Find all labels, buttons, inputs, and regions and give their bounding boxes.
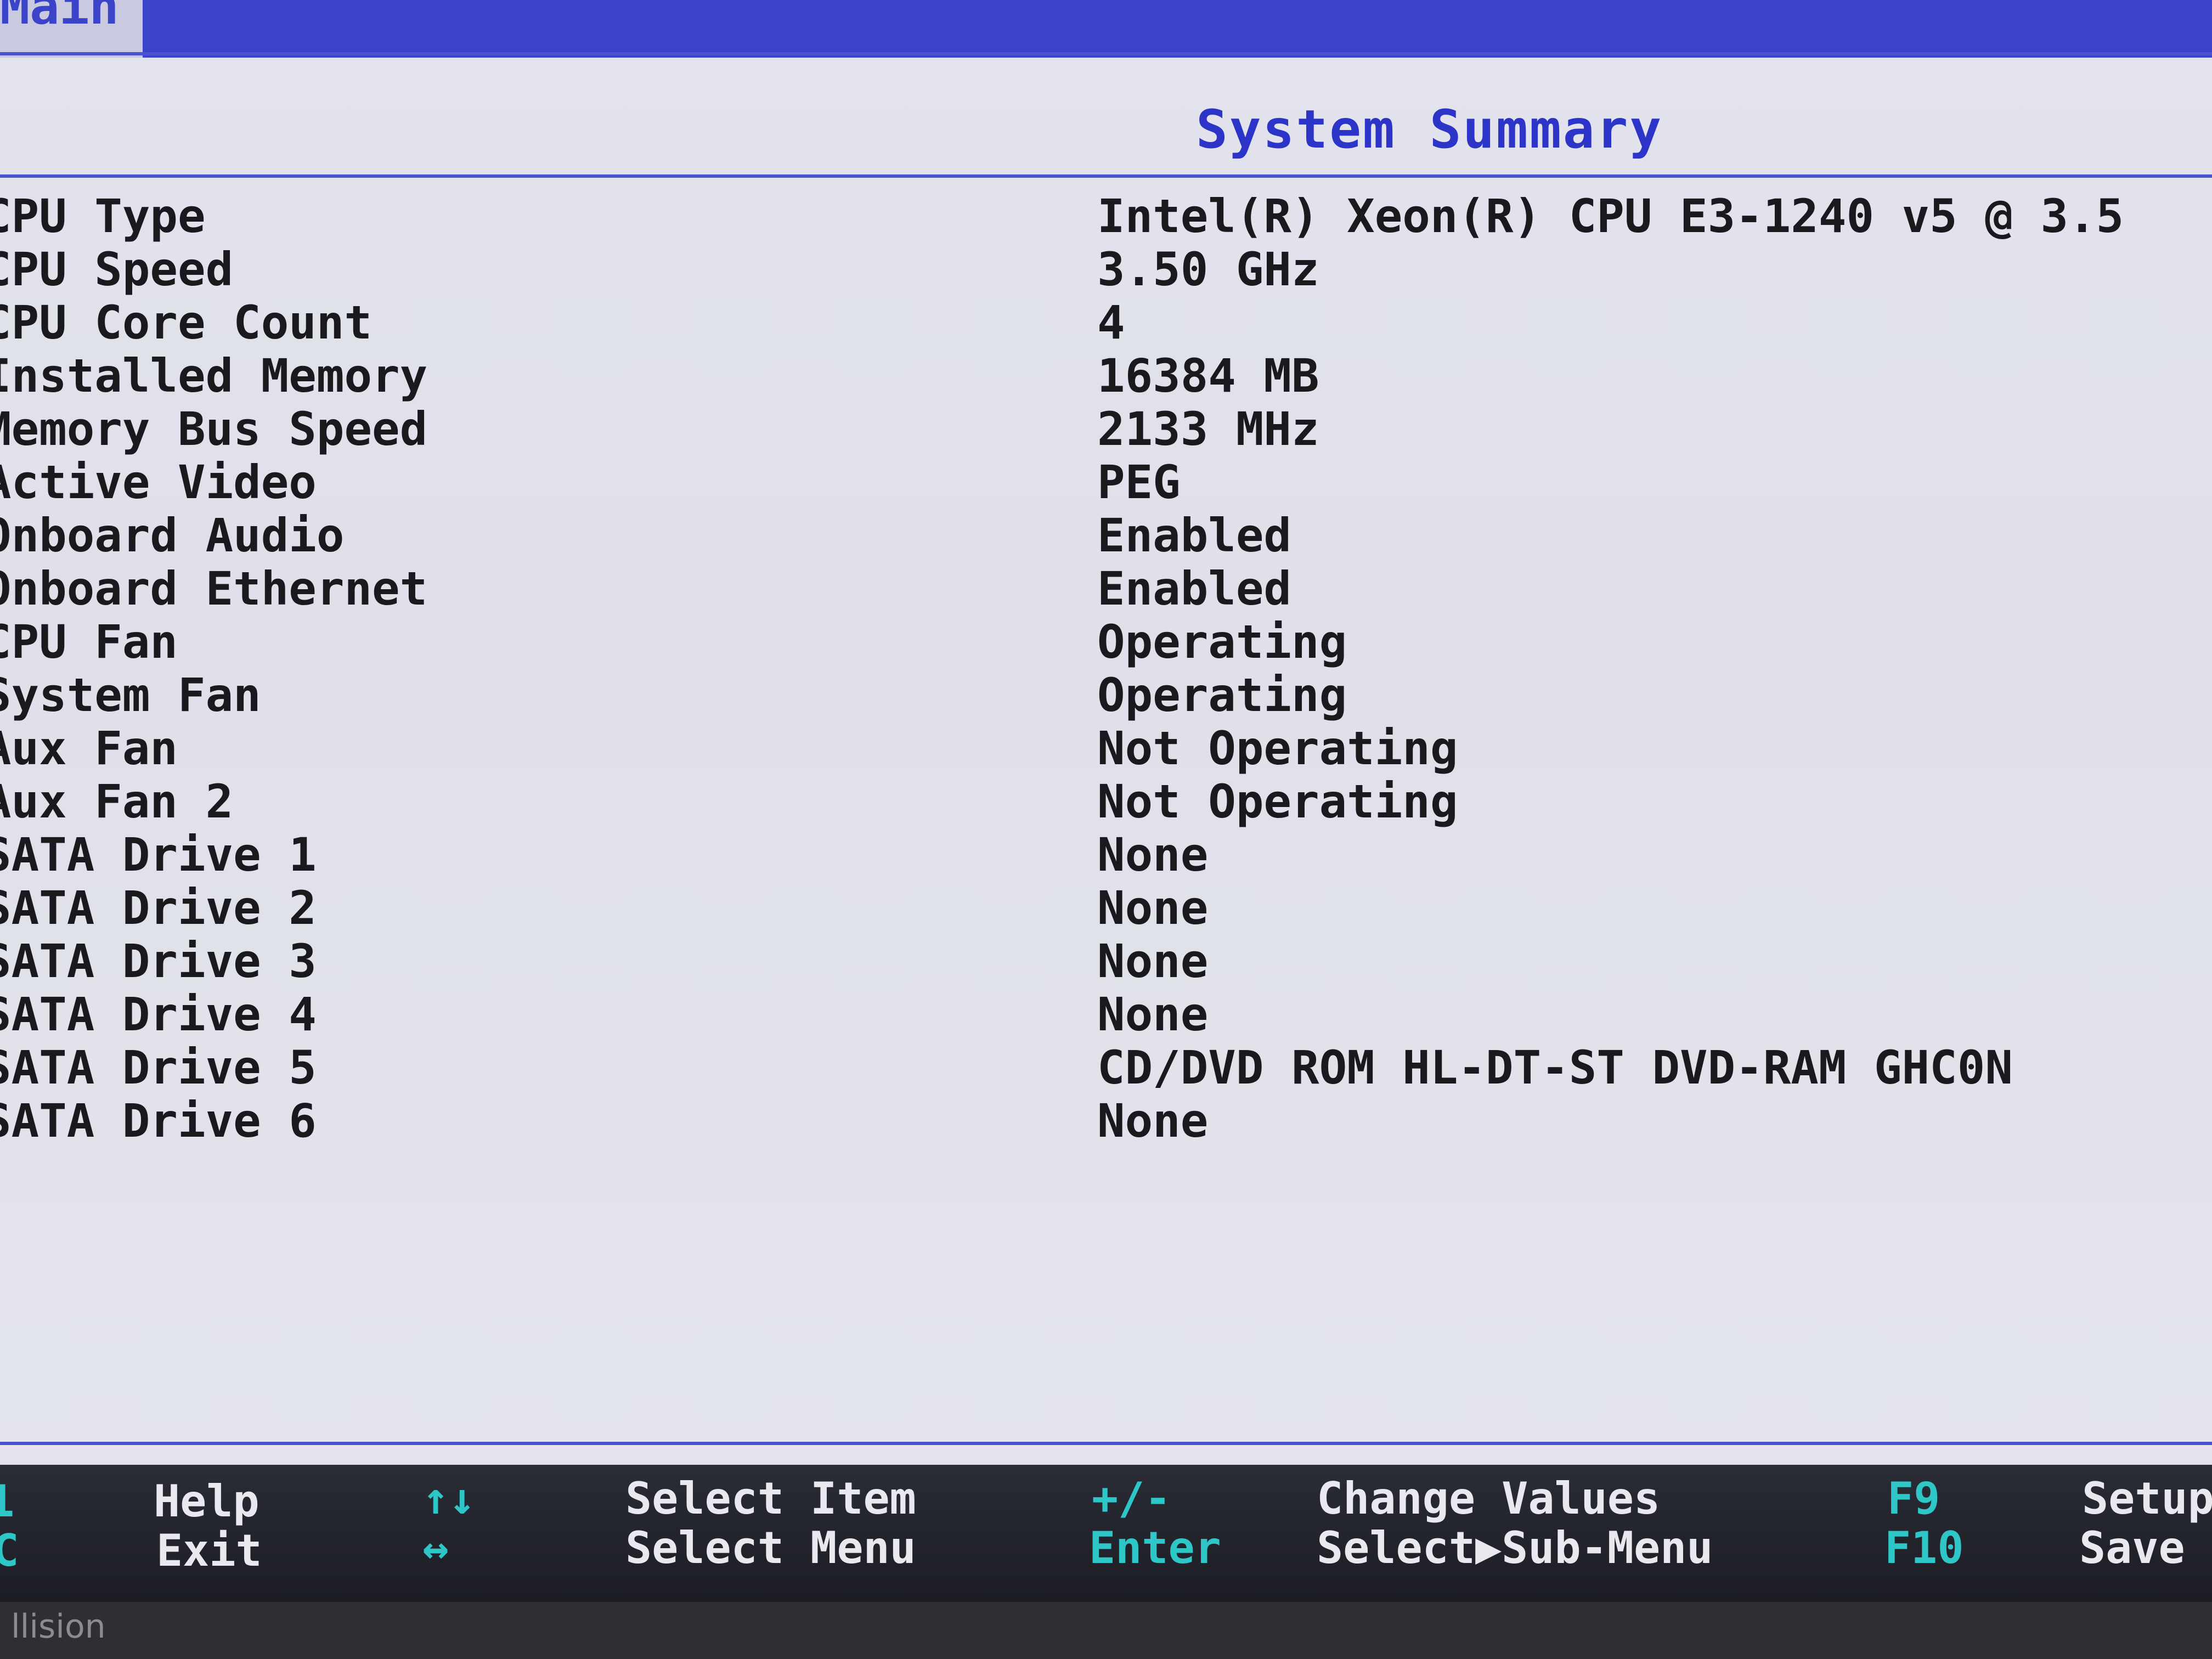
row-label: SATA Drive 4 (0, 988, 317, 1041)
row-label: CPU Fan (0, 615, 178, 669)
row-value: Operating (1097, 615, 1347, 669)
row-value: None (1097, 1094, 1209, 1148)
row-sata-drive-6: SATA Drive 6 None (0, 1094, 2212, 1148)
row-system-fan: System Fan Operating (0, 668, 2212, 722)
row-sata-drive-5: SATA Drive 5 CD/DVD ROM HL-DT-ST DVD-RAM … (0, 1041, 2212, 1094)
row-label: Aux Fan 2 (0, 775, 234, 828)
setup-defaults-hint: Setup (2082, 1473, 2212, 1524)
row-label: SATA Drive 1 (0, 828, 317, 882)
row-value: Enabled (1097, 509, 1292, 562)
row-aux-fan-2: Aux Fan 2 Not Operating (0, 775, 2212, 828)
row-value: None (1097, 988, 1209, 1041)
row-label: Onboard Audio (0, 509, 345, 562)
f1-key-label: F1 (0, 1476, 15, 1527)
row-memory-bus-speed: Memory Bus Speed 2133 MHz (0, 402, 2212, 456)
monitor-bezel: llision (0, 1602, 2212, 1659)
change-values-hint: Change Values (1317, 1473, 1661, 1524)
row-label: Memory Bus Speed (0, 402, 428, 456)
row-label: CPU Speed (0, 242, 234, 296)
row-sata-drive-3: SATA Drive 3 None (0, 934, 2212, 988)
row-onboard-ethernet: Onboard Ethernet Enabled (0, 562, 2212, 616)
row-value: Not Operating (1097, 775, 1458, 828)
sub-menu-hint: Select▶Sub-Menu (1317, 1522, 1713, 1573)
row-label: CPU Core Count (0, 296, 373, 349)
menu-bar-fill (143, 0, 2212, 58)
row-cpu-type: CPU Type Intel(R) Xeon(R) CPU E3-1240 v5 … (0, 189, 2212, 243)
row-value: PEG (1097, 455, 1181, 509)
row-label: Installed Memory (0, 349, 428, 403)
row-value: None (1097, 828, 1209, 882)
menu-bar: Main (0, 0, 2212, 58)
row-value: 3.50 GHz (1097, 242, 1319, 296)
row-value: 16384 MB (1097, 349, 1319, 403)
row-value: Intel(R) Xeon(R) CPU E3-1240 v5 @ 3.5 (1097, 189, 2124, 243)
row-label: CPU Type (0, 189, 206, 243)
row-label: SATA Drive 3 (0, 934, 317, 988)
summary-list: CPU Type Intel(R) Xeon(R) CPU E3-1240 v5 … (0, 189, 2212, 1148)
row-label: Active Video (0, 455, 317, 509)
select-menu-hint: Select Menu (625, 1522, 916, 1573)
row-label: Aux Fan (0, 721, 178, 775)
help-hint: Help (154, 1476, 259, 1527)
row-value: None (1097, 934, 1209, 988)
title-divider (0, 174, 2212, 178)
row-cpu-fan: CPU Fan Operating (0, 615, 2212, 669)
row-value: Enabled (1097, 562, 1292, 616)
row-onboard-audio: Onboard Audio Enabled (0, 509, 2212, 562)
row-value: CD/DVD ROM HL-DT-ST DVD-RAM GHC0N (1097, 1041, 2013, 1094)
exit-hint: Exit (156, 1525, 262, 1576)
enter-key-label: Enter (1089, 1522, 1221, 1573)
row-cpu-core-count: CPU Core Count 4 (0, 296, 2212, 349)
row-aux-fan: Aux Fan Not Operating (0, 721, 2212, 775)
key-help-bar: F1 Help ESC Exit ↑↓ Select Item ↔ Select… (0, 1465, 2212, 1602)
tab-main[interactable]: Main (0, 0, 137, 36)
page-title: System Summary (1196, 99, 1663, 160)
row-value: 4 (1097, 296, 1125, 349)
row-label: SATA Drive 6 (0, 1094, 317, 1148)
esc-key-label: ESC (0, 1525, 19, 1576)
select-item-hint: Select Item (625, 1473, 916, 1524)
row-label: System Fan (0, 668, 261, 722)
row-sata-drive-1: SATA Drive 1 None (0, 828, 2212, 882)
top-divider (0, 52, 2212, 55)
row-value: 2133 MHz (1097, 402, 1319, 456)
row-label: SATA Drive 2 (0, 881, 317, 935)
row-sata-drive-2: SATA Drive 2 None (0, 881, 2212, 935)
row-label: Onboard Ethernet (0, 562, 428, 616)
row-value: Operating (1097, 668, 1347, 722)
row-label: SATA Drive 5 (0, 1041, 317, 1094)
row-sata-drive-4: SATA Drive 4 None (0, 988, 2212, 1041)
bezel-text: llision (11, 1607, 106, 1646)
left-right-arrows-icon: ↔ (422, 1522, 449, 1573)
bottom-divider (0, 1442, 2212, 1445)
row-active-video: Active Video PEG (0, 455, 2212, 509)
f9-key-label: F9 (1887, 1473, 1940, 1524)
save-hint: Save (2079, 1522, 2185, 1573)
row-installed-memory: Installed Memory 16384 MB (0, 349, 2212, 403)
plus-minus-key-label: +/- (1092, 1473, 1171, 1524)
row-cpu-speed: CPU Speed 3.50 GHz (0, 242, 2212, 296)
row-value: Not Operating (1097, 721, 1458, 775)
f10-key-label: F10 (1884, 1522, 1964, 1573)
row-value: None (1097, 881, 1209, 935)
up-down-arrows-icon: ↑↓ (422, 1473, 476, 1524)
